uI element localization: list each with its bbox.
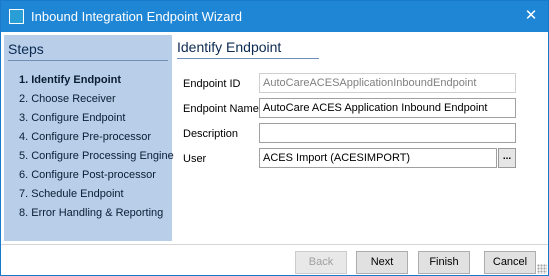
cancel-button[interactable]: Cancel <box>484 251 536 274</box>
title-bar[interactable]: Inbound Integration Endpoint Wizard ✕ <box>1 1 548 32</box>
user-label: User <box>183 153 207 165</box>
user-field[interactable] <box>259 148 497 168</box>
wizard-body: Steps 1. Identify Endpoint 2. Choose Rec… <box>1 32 548 275</box>
steps-list: 1. Identify Endpoint 2. Choose Receiver … <box>19 71 174 223</box>
steps-title: Steps <box>8 41 44 57</box>
page-title-divider <box>177 58 319 59</box>
steps-panel: Steps 1. Identify Endpoint 2. Choose Rec… <box>4 35 174 241</box>
user-browse-button[interactable]: ... <box>498 148 516 168</box>
step-item-configure-processing-engine: 5. Configure Processing Engine <box>19 150 174 162</box>
endpoint-id-label: Endpoint ID <box>183 78 241 90</box>
window-title: Inbound Integration Endpoint Wizard <box>31 9 243 24</box>
description-field[interactable] <box>259 123 516 143</box>
wizard-window: Inbound Integration Endpoint Wizard ✕ St… <box>0 0 549 276</box>
steps-title-divider <box>8 60 168 61</box>
resize-grip[interactable] <box>537 264 547 274</box>
endpoint-name-label: Endpoint Name <box>183 103 259 115</box>
close-button[interactable]: ✕ <box>518 5 544 27</box>
next-button[interactable]: Next <box>356 251 408 274</box>
endpoint-id-field <box>259 73 516 93</box>
back-button[interactable]: Back <box>295 251 347 274</box>
endpoint-name-field[interactable] <box>259 98 516 118</box>
finish-button[interactable]: Finish <box>418 251 470 274</box>
page-title: Identify Endpoint <box>177 39 282 55</box>
step-item-choose-receiver: 2. Choose Receiver <box>19 93 116 105</box>
step-item-identify-endpoint: 1. Identify Endpoint <box>19 74 122 86</box>
footer-divider <box>1 244 548 245</box>
step-item-error-handling: 8. Error Handling & Reporting <box>19 207 164 219</box>
step-item-configure-endpoint: 3. Configure Endpoint <box>19 112 126 124</box>
step-item-configure-pre-processor: 4. Configure Pre-processor <box>19 131 152 143</box>
description-label: Description <box>183 128 239 140</box>
step-item-configure-post-processor: 6. Configure Post-processor <box>19 169 156 181</box>
app-window-icon <box>9 9 24 24</box>
step-item-schedule-endpoint: 7. Schedule Endpoint <box>19 188 124 200</box>
